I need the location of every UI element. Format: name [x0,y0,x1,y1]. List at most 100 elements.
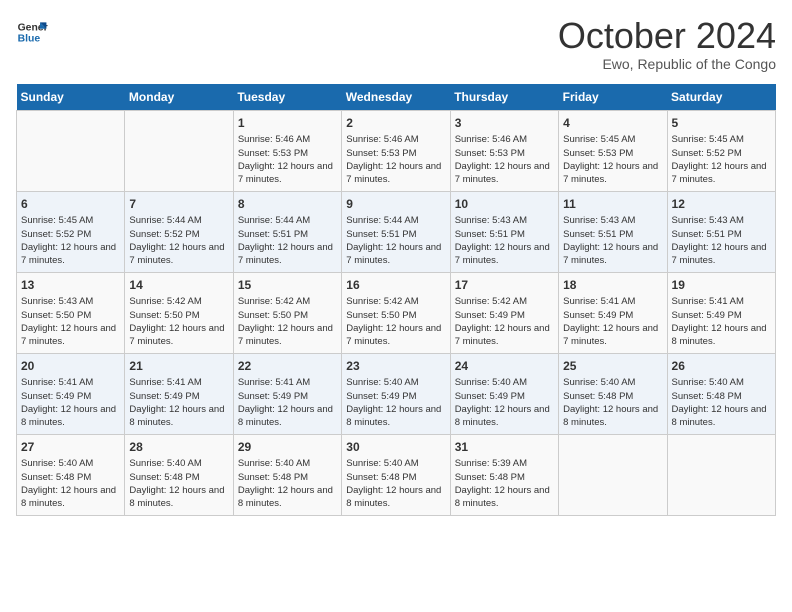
day-info: Sunrise: 5:46 AM Sunset: 5:53 PM Dayligh… [455,133,554,186]
table-row: 29Sunrise: 5:40 AM Sunset: 5:48 PM Dayli… [233,434,341,515]
logo-icon: General Blue [16,16,48,48]
day-info: Sunrise: 5:44 AM Sunset: 5:51 PM Dayligh… [346,214,445,267]
day-number: 8 [238,196,337,213]
day-number: 21 [129,358,228,375]
table-row: 17Sunrise: 5:42 AM Sunset: 5:49 PM Dayli… [450,272,558,353]
day-number: 15 [238,277,337,294]
day-number: 11 [563,196,662,213]
table-row: 5Sunrise: 5:45 AM Sunset: 5:52 PM Daylig… [667,110,775,191]
day-info: Sunrise: 5:46 AM Sunset: 5:53 PM Dayligh… [238,133,337,186]
day-info: Sunrise: 5:46 AM Sunset: 5:53 PM Dayligh… [346,133,445,186]
day-number: 13 [21,277,120,294]
day-number: 7 [129,196,228,213]
week-row-5: 27Sunrise: 5:40 AM Sunset: 5:48 PM Dayli… [17,434,776,515]
table-row: 15Sunrise: 5:42 AM Sunset: 5:50 PM Dayli… [233,272,341,353]
table-row: 7Sunrise: 5:44 AM Sunset: 5:52 PM Daylig… [125,191,233,272]
table-row: 23Sunrise: 5:40 AM Sunset: 5:49 PM Dayli… [342,353,450,434]
header-tuesday: Tuesday [233,84,341,111]
svg-text:Blue: Blue [18,34,41,45]
header-monday: Monday [125,84,233,111]
day-number: 3 [455,115,554,132]
day-info: Sunrise: 5:42 AM Sunset: 5:50 PM Dayligh… [346,295,445,348]
day-info: Sunrise: 5:45 AM Sunset: 5:53 PM Dayligh… [563,133,662,186]
day-info: Sunrise: 5:44 AM Sunset: 5:51 PM Dayligh… [238,214,337,267]
table-row: 1Sunrise: 5:46 AM Sunset: 5:53 PM Daylig… [233,110,341,191]
page-header: General Blue October 2024 Ewo, Republic … [16,16,776,72]
table-row: 8Sunrise: 5:44 AM Sunset: 5:51 PM Daylig… [233,191,341,272]
month-title: October 2024 [558,16,776,56]
day-number: 10 [455,196,554,213]
day-number: 28 [129,439,228,456]
day-number: 5 [672,115,771,132]
week-row-2: 6Sunrise: 5:45 AM Sunset: 5:52 PM Daylig… [17,191,776,272]
header-sunday: Sunday [17,84,125,111]
day-info: Sunrise: 5:40 AM Sunset: 5:48 PM Dayligh… [21,457,120,510]
table-row: 4Sunrise: 5:45 AM Sunset: 5:53 PM Daylig… [559,110,667,191]
table-row [17,110,125,191]
day-info: Sunrise: 5:41 AM Sunset: 5:49 PM Dayligh… [238,376,337,429]
day-info: Sunrise: 5:43 AM Sunset: 5:51 PM Dayligh… [672,214,771,267]
header-wednesday: Wednesday [342,84,450,111]
table-row [559,434,667,515]
table-row: 21Sunrise: 5:41 AM Sunset: 5:49 PM Dayli… [125,353,233,434]
day-number: 6 [21,196,120,213]
week-row-1: 1Sunrise: 5:46 AM Sunset: 5:53 PM Daylig… [17,110,776,191]
table-row [667,434,775,515]
table-row: 16Sunrise: 5:42 AM Sunset: 5:50 PM Dayli… [342,272,450,353]
day-info: Sunrise: 5:40 AM Sunset: 5:48 PM Dayligh… [346,457,445,510]
table-row: 12Sunrise: 5:43 AM Sunset: 5:51 PM Dayli… [667,191,775,272]
table-row: 19Sunrise: 5:41 AM Sunset: 5:49 PM Dayli… [667,272,775,353]
day-number: 22 [238,358,337,375]
day-info: Sunrise: 5:45 AM Sunset: 5:52 PM Dayligh… [21,214,120,267]
table-row: 22Sunrise: 5:41 AM Sunset: 5:49 PM Dayli… [233,353,341,434]
day-number: 4 [563,115,662,132]
day-info: Sunrise: 5:40 AM Sunset: 5:48 PM Dayligh… [563,376,662,429]
day-info: Sunrise: 5:41 AM Sunset: 5:49 PM Dayligh… [129,376,228,429]
day-number: 2 [346,115,445,132]
table-row: 24Sunrise: 5:40 AM Sunset: 5:49 PM Dayli… [450,353,558,434]
day-info: Sunrise: 5:40 AM Sunset: 5:48 PM Dayligh… [238,457,337,510]
calendar-table: SundayMondayTuesdayWednesdayThursdayFrid… [16,84,776,516]
day-number: 19 [672,277,771,294]
day-number: 18 [563,277,662,294]
header-saturday: Saturday [667,84,775,111]
day-info: Sunrise: 5:41 AM Sunset: 5:49 PM Dayligh… [21,376,120,429]
table-row [125,110,233,191]
table-row: 9Sunrise: 5:44 AM Sunset: 5:51 PM Daylig… [342,191,450,272]
table-row: 2Sunrise: 5:46 AM Sunset: 5:53 PM Daylig… [342,110,450,191]
table-row: 25Sunrise: 5:40 AM Sunset: 5:48 PM Dayli… [559,353,667,434]
table-row: 27Sunrise: 5:40 AM Sunset: 5:48 PM Dayli… [17,434,125,515]
day-number: 1 [238,115,337,132]
table-row: 10Sunrise: 5:43 AM Sunset: 5:51 PM Dayli… [450,191,558,272]
day-number: 29 [238,439,337,456]
day-info: Sunrise: 5:44 AM Sunset: 5:52 PM Dayligh… [129,214,228,267]
header-thursday: Thursday [450,84,558,111]
day-info: Sunrise: 5:40 AM Sunset: 5:48 PM Dayligh… [672,376,771,429]
day-info: Sunrise: 5:40 AM Sunset: 5:49 PM Dayligh… [346,376,445,429]
week-row-4: 20Sunrise: 5:41 AM Sunset: 5:49 PM Dayli… [17,353,776,434]
logo: General Blue [16,16,48,48]
table-row: 13Sunrise: 5:43 AM Sunset: 5:50 PM Dayli… [17,272,125,353]
table-row: 18Sunrise: 5:41 AM Sunset: 5:49 PM Dayli… [559,272,667,353]
header-row: SundayMondayTuesdayWednesdayThursdayFrid… [17,84,776,111]
table-row: 11Sunrise: 5:43 AM Sunset: 5:51 PM Dayli… [559,191,667,272]
day-info: Sunrise: 5:39 AM Sunset: 5:48 PM Dayligh… [455,457,554,510]
day-number: 16 [346,277,445,294]
day-number: 25 [563,358,662,375]
day-info: Sunrise: 5:42 AM Sunset: 5:50 PM Dayligh… [129,295,228,348]
table-row: 31Sunrise: 5:39 AM Sunset: 5:48 PM Dayli… [450,434,558,515]
header-friday: Friday [559,84,667,111]
table-row: 6Sunrise: 5:45 AM Sunset: 5:52 PM Daylig… [17,191,125,272]
table-row: 30Sunrise: 5:40 AM Sunset: 5:48 PM Dayli… [342,434,450,515]
day-info: Sunrise: 5:43 AM Sunset: 5:51 PM Dayligh… [455,214,554,267]
day-number: 9 [346,196,445,213]
day-info: Sunrise: 5:43 AM Sunset: 5:50 PM Dayligh… [21,295,120,348]
day-info: Sunrise: 5:42 AM Sunset: 5:49 PM Dayligh… [455,295,554,348]
day-info: Sunrise: 5:43 AM Sunset: 5:51 PM Dayligh… [563,214,662,267]
day-info: Sunrise: 5:45 AM Sunset: 5:52 PM Dayligh… [672,133,771,186]
day-number: 20 [21,358,120,375]
day-number: 31 [455,439,554,456]
day-info: Sunrise: 5:42 AM Sunset: 5:50 PM Dayligh… [238,295,337,348]
day-number: 26 [672,358,771,375]
day-info: Sunrise: 5:40 AM Sunset: 5:48 PM Dayligh… [129,457,228,510]
